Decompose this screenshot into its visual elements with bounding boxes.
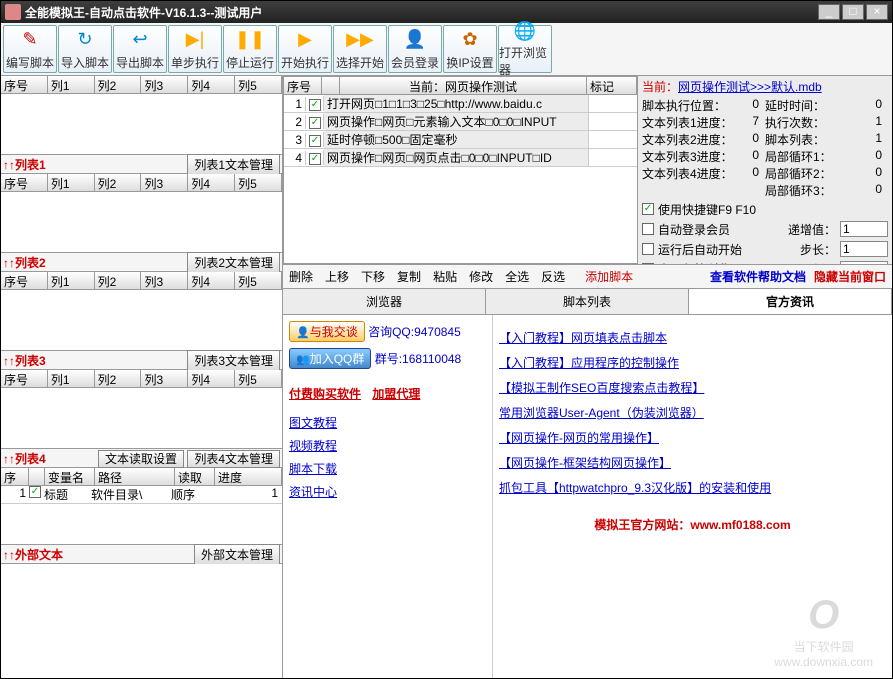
toolbar-5[interactable]: ▶开始执行 (278, 25, 332, 73)
action-下移[interactable]: 下移 (361, 270, 385, 284)
action-上移[interactable]: 上移 (325, 270, 349, 284)
list4-row-checkbox[interactable]: ✓ (29, 486, 41, 498)
list3-manage-button[interactable]: 列表3文本管理 (187, 350, 280, 371)
info-link[interactable]: 资讯中心 (289, 483, 486, 500)
add-script-action[interactable]: 添加脚本 (585, 268, 633, 285)
external-manage-button[interactable]: 外部文本管理 (194, 544, 280, 565)
section-list3: ↑↑列表3 列表3文本管理 (1, 350, 282, 370)
list2-header: 序号列1列2列3列4列5 (1, 272, 282, 290)
toolbar-7[interactable]: 👤会员登录 (388, 25, 442, 73)
tab-script-list[interactable]: 脚本列表 (486, 289, 689, 314)
join-group-button[interactable]: 👥加入QQ群 (289, 348, 371, 369)
action-全选[interactable]: 全选 (505, 270, 529, 284)
script-row[interactable]: 2✓网页操作□网页□元素输入文本□0□0□INPUT (284, 113, 637, 131)
list4-row[interactable]: 1 ✓ 标题 软件目录\ 顺序 1 (1, 486, 282, 504)
hide-window-action[interactable]: 隐藏当前窗口 (814, 268, 886, 285)
tutorial-link[interactable]: 【入门教程】网页填表点击脚本 (499, 329, 886, 346)
toolbar-3[interactable]: ▶|单步执行 (168, 25, 222, 73)
list4-manage-button[interactable]: 列表4文本管理 (187, 450, 280, 468)
window-title: 全能模拟王-自动点击软件-V16.1.3--测试用户 (25, 4, 818, 21)
autologin-checkbox[interactable] (642, 223, 654, 235)
watermark: O 当下软件园 www.downxia.com (774, 593, 873, 669)
tutorial-link[interactable]: 【网页操作-框架结构网页操作】 (499, 454, 886, 471)
agent-link[interactable]: 加盟代理 (372, 385, 420, 402)
titlebar: 全能模拟王-自动点击软件-V16.1.3--测试用户 _ □ × (1, 1, 892, 23)
group-number: 群号:168110048 (375, 352, 462, 366)
tab-browser[interactable]: 浏览器 (283, 289, 486, 314)
toolbar-2[interactable]: ↩导出脚本 (113, 25, 167, 73)
toolbar-6[interactable]: ▶▶选择开始 (333, 25, 387, 73)
toolbar-4[interactable]: ❚❚停止运行 (223, 25, 277, 73)
script-grid: 序号 当前：网页操作测试 标记 1✓打开网页□1□1□3□25□http://w… (283, 76, 638, 264)
buy-link[interactable]: 付费购买软件 (289, 385, 361, 402)
list3-header: 序号列1列2列3列4列5 (1, 370, 282, 388)
action-复制[interactable]: 复制 (397, 270, 421, 284)
tutorial-link[interactable]: 抓包工具【httpwatchpro_9.3汉化版】的安装和使用 (499, 479, 886, 496)
tutorial-link[interactable]: 常用浏览器User-Agent（伪装浏览器） (499, 404, 886, 421)
script-row[interactable]: 3✓延时停顿□500□固定毫秒 (284, 131, 637, 149)
action-bar: 删除上移下移复制粘贴修改全选反选 添加脚本 查看软件帮助文档 隐藏当前窗口 (283, 264, 892, 289)
list1-manage-button[interactable]: 列表1文本管理 (187, 154, 280, 175)
current-script-link[interactable]: 当前：网页操作测试>>>默认.mdb (642, 78, 888, 95)
increment-input[interactable] (840, 221, 888, 237)
list-header: 序号列1列2列3列4列5 (1, 76, 282, 94)
section-external: ↑↑外部文本 外部文本管理 (1, 544, 282, 564)
help-link[interactable]: 查看软件帮助文档 (710, 268, 806, 285)
maximize-button[interactable]: □ (842, 4, 864, 20)
section-list4: ↑↑列表4 文本读取设置 列表4文本管理 (1, 448, 282, 468)
toolbar-1[interactable]: ↻导入脚本 (58, 25, 112, 73)
chat-button[interactable]: 👤与我交谈 (289, 321, 365, 342)
minimize-button[interactable]: _ (818, 4, 840, 20)
script-row[interactable]: 1✓打开网页□1□1□3□25□http://www.baidu.c (284, 95, 637, 113)
action-反选[interactable]: 反选 (541, 270, 565, 284)
script-row[interactable]: 4✓网页操作□网页□网页点击□0□0□INPUT□ID (284, 149, 637, 167)
tab-official-news[interactable]: 官方资讯 (689, 289, 892, 314)
close-button[interactable]: × (866, 4, 888, 20)
list1-header: 序号列1列2列3列4列5 (1, 174, 282, 192)
action-删除[interactable]: 删除 (289, 270, 313, 284)
tutorial-link[interactable]: 【网页操作-网页的常用操作】 (499, 429, 886, 446)
info-link[interactable]: 图文教程 (289, 414, 486, 431)
autostart-checkbox[interactable] (642, 243, 654, 255)
stats-panel: 当前：网页操作测试>>>默认.mdb 脚本执行位置：0延时时间：0文本列表1进度… (638, 76, 892, 264)
toolbar-8[interactable]: ✿换IP设置 (443, 25, 497, 73)
main-toolbar: ✎编写脚本↻导入脚本↩导出脚本▶|单步执行❚❚停止运行▶开始执行▶▶选择开始👤会… (1, 23, 892, 76)
action-粘贴[interactable]: 粘贴 (433, 270, 457, 284)
step-input[interactable] (840, 241, 888, 257)
left-pane: 序号列1列2列3列4列5 ↑↑列表1 列表1文本管理 序号列1列2列3列4列5 … (1, 76, 283, 678)
list4-header: 序号变量名路径读取进度 (1, 468, 282, 486)
tabs: 浏览器 脚本列表 官方资讯 (283, 289, 892, 315)
info-link[interactable]: 脚本下载 (289, 460, 486, 477)
official-site[interactable]: 模拟王官方网站：www.mf0188.com (499, 516, 886, 533)
toolbar-9[interactable]: 🌐打开浏览器 (498, 25, 552, 73)
action-修改[interactable]: 修改 (469, 270, 493, 284)
toolbar-0[interactable]: ✎编写脚本 (3, 25, 57, 73)
info-link[interactable]: 视频教程 (289, 437, 486, 454)
section-list2: ↑↑列表2 列表2文本管理 (1, 252, 282, 272)
app-icon (5, 4, 21, 20)
list2-manage-button[interactable]: 列表2文本管理 (187, 252, 280, 273)
tutorial-link[interactable]: 【模拟王制作SEO百度搜索点击教程】 (499, 379, 886, 396)
list4-read-settings-button[interactable]: 文本读取设置 (98, 450, 184, 468)
tutorial-link[interactable]: 【入门教程】应用程序的控制操作 (499, 354, 886, 371)
hotkey-checkbox[interactable]: ✓ (642, 203, 654, 215)
qq-number: 咨询QQ:9470845 (368, 325, 461, 339)
section-list1: ↑↑列表1 列表1文本管理 (1, 154, 282, 174)
right-pane: 序号 当前：网页操作测试 标记 1✓打开网页□1□1□3□25□http://w… (283, 76, 892, 678)
